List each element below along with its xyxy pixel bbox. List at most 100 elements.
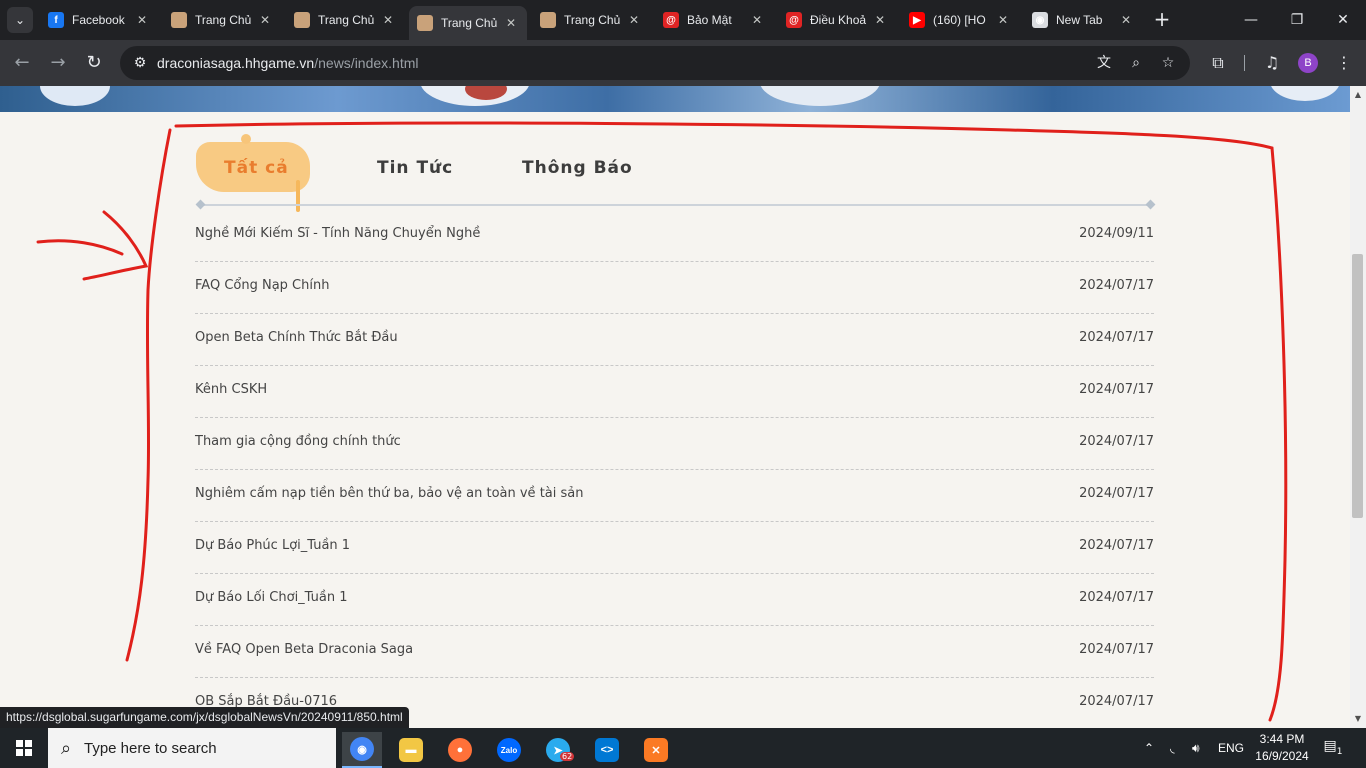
bookmark-star-icon[interactable]: ☆ <box>1156 51 1180 75</box>
browser-tab[interactable]: ◉ New Tab ✕ <box>1024 0 1142 40</box>
extensions-icon[interactable]: ⧉ <box>1206 51 1230 75</box>
browser-tab[interactable]: Trang Chủ ✕ <box>163 0 281 40</box>
close-tab-icon[interactable]: ✕ <box>872 13 888 27</box>
news-item-title[interactable]: Nghiêm cấm nạp tiền bên thứ ba, bảo vệ a… <box>195 486 583 501</box>
banner-creature-shape <box>760 86 880 106</box>
clock-date: 16/9/2024 <box>1255 749 1309 763</box>
news-tab-announcements[interactable]: Thông Báo <box>522 158 633 178</box>
profile-avatar[interactable]: B <box>1298 53 1318 73</box>
browser-tab[interactable]: f Facebook ✕ <box>40 0 158 40</box>
taskbar-app-xampp[interactable]: ✕ <box>636 732 676 768</box>
news-item-title[interactable]: Dự Báo Phúc Lợi_Tuần 1 <box>195 538 350 553</box>
news-item-title[interactable]: FAQ Cổng Nạp Chính <box>195 278 329 293</box>
zalo-icon: Zalo <box>497 738 521 762</box>
scrollbar-thumb[interactable] <box>1352 254 1363 518</box>
hero-banner-image <box>0 86 1350 112</box>
news-tab-all[interactable]: Tất cả <box>224 158 289 178</box>
minimize-button[interactable]: — <box>1228 0 1274 40</box>
news-item-date: 2024/07/17 <box>1079 694 1154 709</box>
taskbar-clock[interactable]: 3:44 PM 16/9/2024 <box>1252 731 1312 765</box>
news-item-title[interactable]: Nghề Mới Kiếm Sĩ - Tính Năng Chuyển Nghề <box>195 226 480 241</box>
telegram-unread-badge: 62 <box>560 752 575 761</box>
restore-button[interactable]: ❐ <box>1274 0 1320 40</box>
site-info-icon[interactable]: ⚙ <box>128 51 152 75</box>
browser-tab[interactable]: ▶ (160) [HO ✕ <box>901 0 1019 40</box>
address-bar[interactable]: ⚙ draconiasaga.hhgame.vn/news/index.html… <box>120 46 1190 80</box>
close-tab-icon[interactable]: ✕ <box>503 16 519 30</box>
scroll-up-arrow[interactable]: ▲ <box>1350 88 1366 102</box>
browser-tab[interactable]: @ Bảo Mật ✕ <box>655 0 773 40</box>
reload-button[interactable]: ↻ <box>82 51 106 75</box>
taskbar-app-chrome[interactable]: ◉ <box>342 732 382 768</box>
close-tab-icon[interactable]: ✕ <box>626 13 642 27</box>
spiral-red-icon: @ <box>786 12 802 28</box>
browser-tab[interactable]: Trang Chủ ✕ <box>286 0 404 40</box>
news-list-item[interactable]: FAQ Cổng Nạp Chính 2024/07/17 <box>195 262 1154 314</box>
new-tab-button[interactable]: + <box>1150 8 1174 32</box>
news-list-item[interactable]: Về FAQ Open Beta Draconia Saga 2024/07/17 <box>195 626 1154 678</box>
taskbar-search-box[interactable]: ⌕ Type here to search <box>48 728 336 768</box>
menu-dots-icon[interactable]: ⋮ <box>1332 51 1356 75</box>
close-window-button[interactable]: ✕ <box>1320 0 1366 40</box>
language-indicator[interactable]: ENG <box>1218 728 1244 768</box>
news-list-item[interactable]: Tham gia cộng đồng chính thức 2024/07/17 <box>195 418 1154 470</box>
browser-tab[interactable]: @ Điều Khoả ✕ <box>778 0 896 40</box>
news-list-item[interactable]: Dự Báo Phúc Lợi_Tuần 1 2024/07/17 <box>195 522 1154 574</box>
browser-tab-title: Trang Chủ <box>441 16 498 30</box>
tabs-divider-line <box>200 204 1154 206</box>
news-item-title[interactable]: Open Beta Chính Thức Bắt Đầu <box>195 330 398 345</box>
back-button[interactable]: ← <box>10 51 34 75</box>
news-item-date: 2024/07/17 <box>1079 642 1154 657</box>
browser-tab[interactable]: Trang Chủ ✕ <box>409 6 527 40</box>
news-item-date: 2024/07/17 <box>1079 434 1154 449</box>
tab-search-button[interactable]: ⌄ <box>7 7 33 33</box>
browser-tab-title: Trang Chủ <box>318 13 375 27</box>
scroll-down-arrow[interactable]: ▼ <box>1350 712 1366 726</box>
clock-time: 3:44 PM <box>1259 732 1305 746</box>
taskbar-app-file-explorer[interactable]: ▬ <box>391 732 431 768</box>
notification-count: 1 <box>1336 746 1343 757</box>
news-list-item[interactable]: Dự Báo Lối Chơi_Tuần 1 2024/07/17 <box>195 574 1154 626</box>
translate-icon[interactable]: 文 <box>1092 51 1116 75</box>
volume-icon[interactable]: 🔊︎ <box>1192 728 1200 768</box>
vscode-icon: <> <box>595 738 619 762</box>
chrome-icon: ◉ <box>350 737 374 761</box>
forward-button[interactable]: → <box>46 51 70 75</box>
news-list-item[interactable]: Open Beta Chính Thức Bắt Đầu 2024/07/17 <box>195 314 1154 366</box>
browser-tab-title: New Tab <box>1056 13 1103 27</box>
start-button[interactable] <box>0 728 48 768</box>
taskbar-app-vscode[interactable]: <> <box>587 732 627 768</box>
windows-logo-icon <box>16 740 32 756</box>
news-item-date: 2024/07/17 <box>1079 278 1154 293</box>
news-item-date: 2024/07/17 <box>1079 486 1154 501</box>
close-tab-icon[interactable]: ✕ <box>380 13 396 27</box>
notification-center-button[interactable]: ▤1 <box>1322 738 1344 758</box>
taskbar-app-firefox[interactable]: ● <box>440 732 480 768</box>
taskbar-app-zalo[interactable]: Zalo <box>489 732 529 768</box>
news-list-item[interactable]: Nghiêm cấm nạp tiền bên thứ ba, bảo vệ a… <box>195 470 1154 522</box>
news-item-title[interactable]: Kênh CSKH <box>195 382 267 397</box>
news-list-item[interactable]: Nghề Mới Kiếm Sĩ - Tính Năng Chuyển Nghề… <box>195 210 1154 262</box>
network-icon[interactable]: ◟ <box>1170 728 1175 768</box>
close-tab-icon[interactable]: ✕ <box>749 13 765 27</box>
media-control-icon[interactable]: ♫ <box>1260 51 1284 75</box>
show-hidden-icons-button[interactable]: ⌃ <box>1144 728 1154 768</box>
brush-drip-decoration <box>296 180 300 212</box>
browser-tab[interactable]: Trang Chủ ✕ <box>532 0 650 40</box>
game-favicon <box>171 12 187 28</box>
news-list-item[interactable]: Kênh CSKH 2024/07/17 <box>195 366 1154 418</box>
close-tab-icon[interactable]: ✕ <box>134 13 150 27</box>
zoom-icon[interactable]: ⌕ <box>1124 51 1148 75</box>
close-tab-icon[interactable]: ✕ <box>257 13 273 27</box>
news-item-title[interactable]: Về FAQ Open Beta Draconia Saga <box>195 642 413 657</box>
close-tab-icon[interactable]: ✕ <box>1118 13 1134 27</box>
news-item-title[interactable]: Dự Báo Lối Chơi_Tuần 1 <box>195 590 348 605</box>
browser-tab-title: Trang Chủ <box>195 13 252 27</box>
close-tab-icon[interactable]: ✕ <box>995 13 1011 27</box>
news-tab-news[interactable]: Tin Tức <box>377 158 453 178</box>
news-item-title[interactable]: Tham gia cộng đồng chính thức <box>195 434 401 449</box>
url-text[interactable]: draconiasaga.hhgame.vn/news/index.html <box>157 55 419 71</box>
browser-tab-title: Facebook <box>72 13 125 27</box>
taskbar-app-telegram[interactable]: ➤ 62 <box>538 732 578 768</box>
url-path: /news/index.html <box>314 55 419 71</box>
